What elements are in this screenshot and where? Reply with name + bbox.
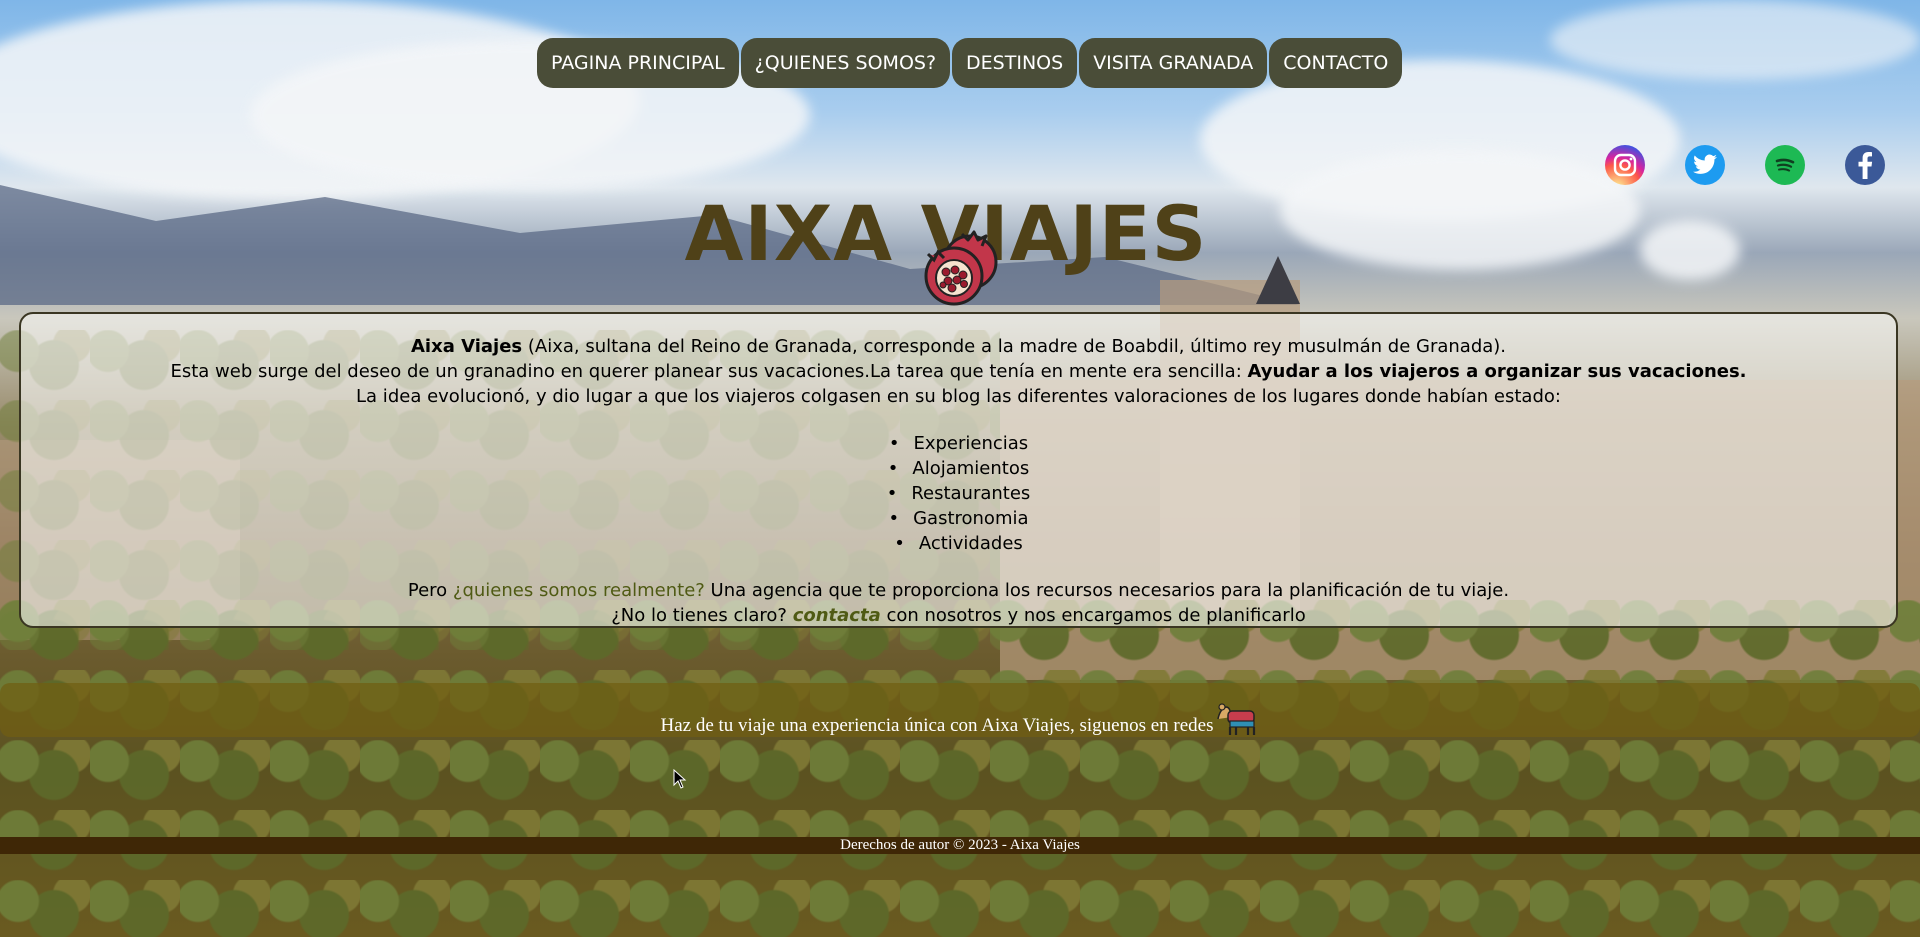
cloud [1550,0,1920,80]
intro-line-2: Esta web surge del deseo de un granadino… [21,359,1896,384]
facebook-icon[interactable] [1845,145,1885,185]
footer: Derechos de autor © 2023 - Aixa Viajes [0,837,1920,854]
nav-item-visita-granada[interactable]: VISITA GRANADA [1079,38,1268,88]
nav-item-destinos[interactable]: DESTINOS [952,38,1078,88]
banner-text: Haz de tu viaje una experiencia única co… [660,715,1214,736]
spotify-icon[interactable] [1765,145,1805,185]
camel-icon [1216,703,1255,735]
intro-line-4-text: Una agencia que te proporciona los recur… [704,580,1510,601]
intro-line-4: Pero ¿quienes somos realmente? Una agenc… [21,578,1896,603]
nav-item-quienes-somos[interactable]: ¿QUIENES SOMOS? [740,38,951,88]
list-item: Actividades [21,531,1896,556]
contacta-link[interactable]: contacta [793,605,881,626]
intro-line-4-start: Pero [407,580,453,601]
forest [0,600,1920,937]
intro-line-5: ¿No lo tienes claro? contacta con nosotr… [21,603,1896,628]
list-item: Experiencias [21,431,1896,456]
quienes-somos-link[interactable]: ¿quienes somos realmente? [453,580,705,601]
intro-line-1-text: (Aixa, sultana del Reino de Granada, cor… [522,336,1507,357]
twitter-icon[interactable] [1685,145,1725,185]
nav-item-pagina-principal[interactable]: PAGINA PRINCIPAL [537,38,739,88]
intro-line-5-start: ¿No lo tienes claro? [611,605,793,626]
intro-line-2-text: Esta web surge del deseo de un granadino… [170,361,1248,382]
services-list: Experiencias Alojamientos Restaurantes G… [21,431,1896,556]
list-item: Restaurantes [21,481,1896,506]
instagram-icon[interactable] [1605,145,1645,185]
social-banner: Haz de tu viaje una experiencia única co… [0,683,1920,737]
intro-line-2-bold: Ayudar a los viajeros a organizar sus va… [1247,361,1747,382]
mouse-cursor-icon [673,769,687,789]
intro-line-1: Aixa Viajes (Aixa, sultana del Reino de … [21,334,1896,359]
pomegranate-icon [924,230,998,306]
intro-line-3: La idea evolucionó, y dio lugar a que lo… [356,386,1561,407]
social-links [1605,145,1885,185]
nav-item-contacto[interactable]: CONTACTO [1269,38,1403,88]
list-item: Alojamientos [21,456,1896,481]
about-panel: Aixa Viajes (Aixa, sultana del Reino de … [19,312,1898,628]
brand-name: Aixa Viajes [410,336,523,357]
main-nav: PAGINA PRINCIPAL ¿QUIENES SOMOS? DESTINO… [537,38,1403,88]
list-item: Gastronomia [21,506,1896,531]
intro-line-5-text: con nosotros y nos encargamos de planifi… [880,605,1306,626]
